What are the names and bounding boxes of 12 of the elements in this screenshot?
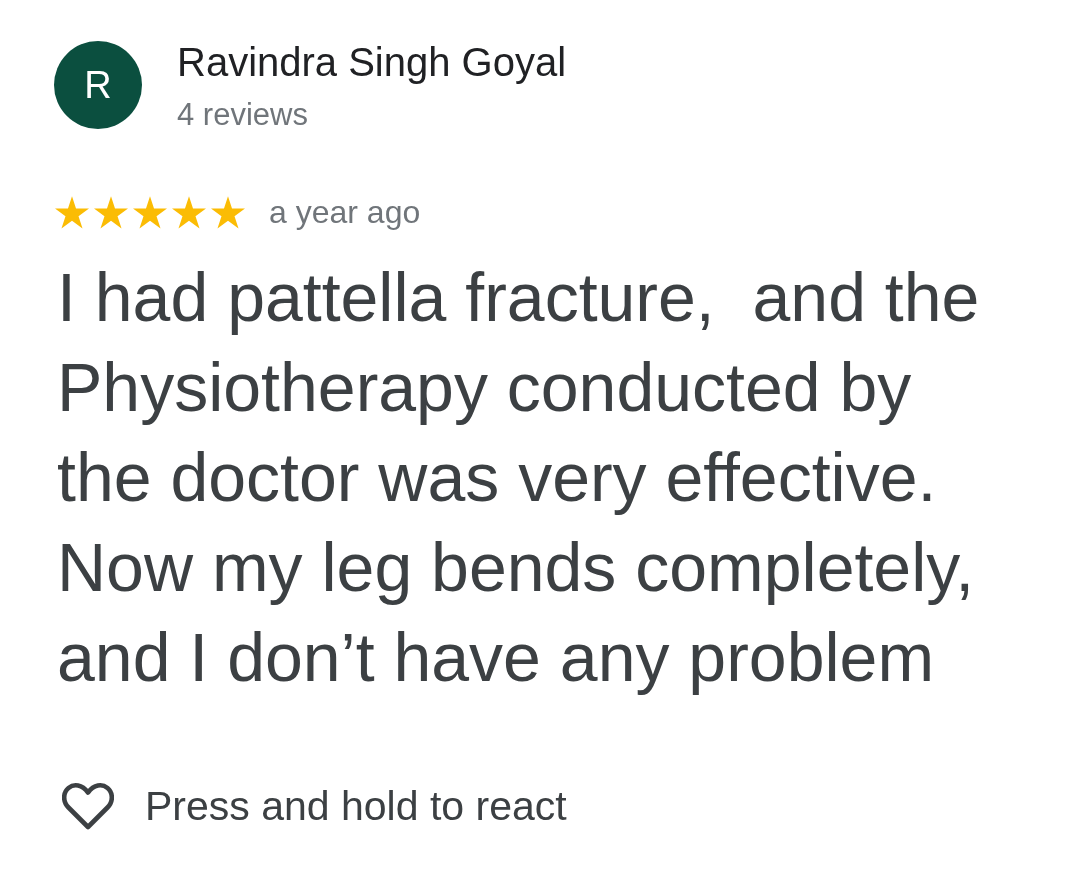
- star-icon: [211, 195, 245, 229]
- review-count: 4 reviews: [177, 97, 308, 133]
- heart-icon: [62, 783, 114, 830]
- star-icon: [94, 195, 128, 229]
- review-text: I had pattella fracture, and the Physiotherapy conducted by the doctor was very effective. Now my leg bends completely, and I don’t have any problem: [57, 258, 981, 697]
- star-icon: [55, 195, 89, 229]
- star-icon: [172, 195, 206, 229]
- avatar[interactable]: R: [54, 41, 142, 129]
- review-time: a year ago: [269, 193, 421, 231]
- react-button[interactable]: Press and hold to react: [60, 781, 569, 832]
- reviewer-name[interactable]: Ravindra Singh Goyal: [177, 40, 567, 84]
- star-icon: [133, 195, 167, 229]
